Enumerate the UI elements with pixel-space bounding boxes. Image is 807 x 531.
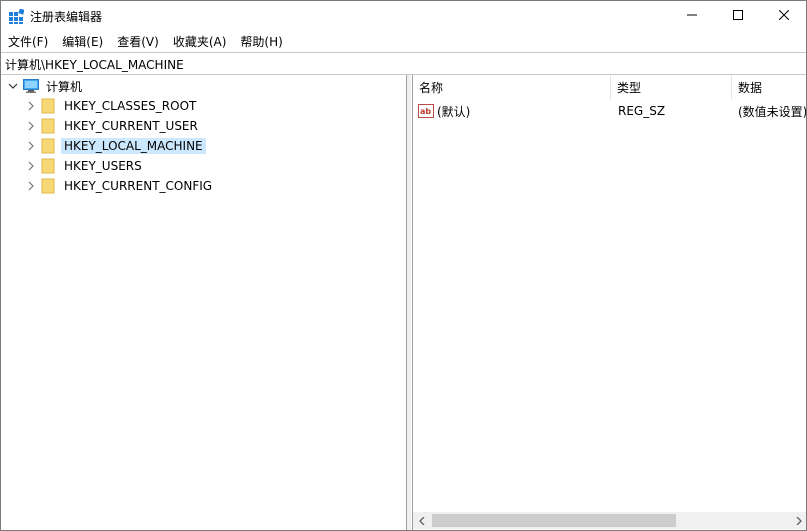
address-path[interactable]: 计算机\HKEY_LOCAL_MACHINE xyxy=(5,56,184,73)
menu-view[interactable]: 查看(V) xyxy=(110,31,166,51)
menu-help[interactable]: 帮助(H) xyxy=(233,31,289,51)
string-value-icon: ab xyxy=(418,103,434,119)
tree-item-hkey-local-machine[interactable]: HKEY_LOCAL_MACHINE xyxy=(25,136,206,156)
list-row[interactable]: ab (默认) REG_SZ (数值未设置) xyxy=(413,101,807,121)
chevron-right-icon[interactable] xyxy=(25,180,37,192)
tree-item-computer[interactable]: 计算机 xyxy=(7,76,85,96)
menu-edit[interactable]: 编辑(E) xyxy=(55,31,110,51)
window-title: 注册表编辑器 xyxy=(30,10,103,24)
tree-item-hkey-current-user[interactable]: HKEY_CURRENT_USER xyxy=(25,116,201,136)
list-header: 名称 类型 数据 xyxy=(413,75,806,100)
value-name-cell: ab (默认) xyxy=(418,101,470,121)
folder-icon xyxy=(41,98,57,114)
maximize-button[interactable] xyxy=(715,1,761,31)
folder-icon xyxy=(41,158,57,174)
minimize-button[interactable] xyxy=(669,1,715,31)
registry-editor-window: 注册表编辑器 文件(F) 编辑(E) 查看(V) 收藏夹(A) 帮助(H) 计算… xyxy=(0,0,807,531)
close-icon xyxy=(778,9,790,23)
tree-item-hkey-users[interactable]: HKEY_USERS xyxy=(25,156,145,176)
svg-text:ab: ab xyxy=(420,107,431,116)
column-header-type[interactable]: 类型 xyxy=(611,75,732,100)
value-type: REG_SZ xyxy=(618,104,666,118)
column-header-data[interactable]: 数据 xyxy=(732,75,806,100)
chevron-right-icon[interactable] xyxy=(25,100,37,112)
value-name: (默认) xyxy=(437,104,471,119)
computer-icon xyxy=(23,79,39,93)
chevron-right-icon xyxy=(795,514,803,528)
pane-splitter[interactable] xyxy=(407,75,411,530)
minimize-icon xyxy=(687,9,697,23)
registry-editor-icon xyxy=(9,8,25,24)
tree-item-label: HKEY_LOCAL_MACHINE xyxy=(61,138,206,154)
values-list-pane: 名称 类型 数据 ab (默认) REG_SZ (数值未设置) xyxy=(412,75,807,530)
chevron-right-icon[interactable] xyxy=(25,140,37,152)
tree-pane: 计算机 HKEY_CLASSES_ROOT HKEY_CURRENT_USER xyxy=(1,75,407,530)
scrollbar-thumb[interactable] xyxy=(432,514,676,527)
tree-item-label: HKEY_CLASSES_ROOT xyxy=(64,99,197,113)
tree-item-label: HKEY_CURRENT_CONFIG xyxy=(64,179,213,193)
value-data: (数值未设置) xyxy=(738,104,807,119)
address-bar[interactable]: 计算机\HKEY_LOCAL_MACHINE xyxy=(1,52,806,75)
menu-favorites[interactable]: 收藏夹(A) xyxy=(166,31,234,51)
menu-bar: 文件(F) 编辑(E) 查看(V) 收藏夹(A) 帮助(H) xyxy=(1,31,806,51)
menu-file[interactable]: 文件(F) xyxy=(1,31,55,51)
tree-item-hkey-current-config[interactable]: HKEY_CURRENT_CONFIG xyxy=(25,176,215,196)
folder-icon xyxy=(41,138,57,154)
tree-item-hkey-classes-root[interactable]: HKEY_CLASSES_ROOT xyxy=(25,96,199,116)
scroll-right-button[interactable] xyxy=(790,512,806,529)
column-header-name[interactable]: 名称 xyxy=(413,75,611,100)
folder-icon xyxy=(41,118,57,134)
close-button[interactable] xyxy=(761,1,806,31)
chevron-left-icon xyxy=(418,514,426,528)
tree-item-label: HKEY_CURRENT_USER xyxy=(64,119,198,133)
scroll-left-button[interactable] xyxy=(413,512,430,529)
horizontal-scrollbar[interactable] xyxy=(413,512,806,529)
tree-item-label: HKEY_USERS xyxy=(64,159,142,173)
tree-item-label: 计算机 xyxy=(46,79,83,94)
folder-icon xyxy=(41,178,57,194)
chevron-right-icon[interactable] xyxy=(25,160,37,172)
title-bar[interactable]: 注册表编辑器 xyxy=(1,1,806,31)
chevron-down-icon[interactable] xyxy=(7,80,19,92)
chevron-right-icon[interactable] xyxy=(25,120,37,132)
maximize-icon xyxy=(733,9,743,23)
